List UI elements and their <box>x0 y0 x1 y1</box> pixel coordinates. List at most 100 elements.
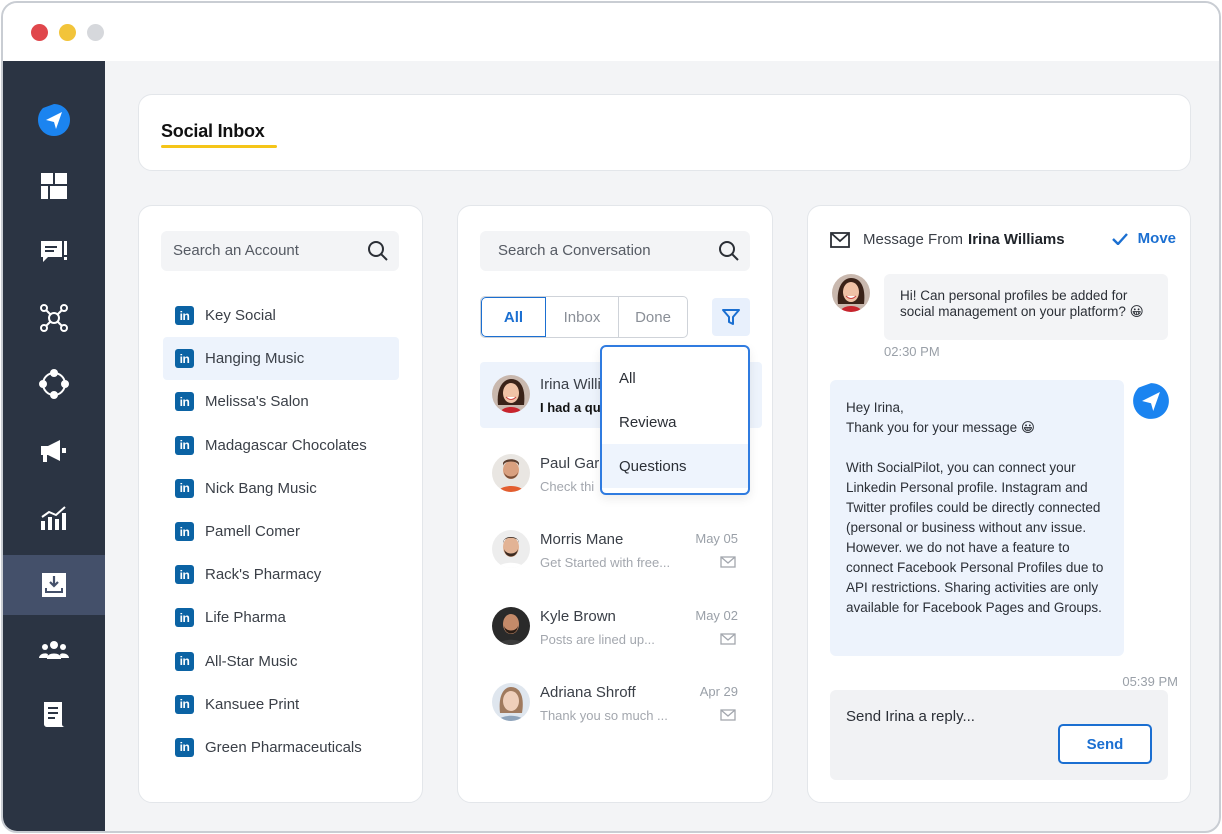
sidebar-item-home[interactable] <box>3 90 105 150</box>
sidebar-item-comments[interactable] <box>3 222 105 282</box>
megaphone-icon <box>41 440 66 462</box>
incoming-message-bubble: Hi! Can personal profiles be added for s… <box>884 274 1168 340</box>
account-item[interactable]: in Nick Bang Music <box>163 467 399 510</box>
minimize-window-button[interactable] <box>59 24 76 41</box>
conversation-item[interactable]: Kyle Brown Posts are lined up... May 02 <box>480 594 762 660</box>
account-item[interactable]: in Hanging Music <box>163 337 399 381</box>
linkedin-icon: in <box>175 392 194 412</box>
search-icon[interactable] <box>718 240 740 267</box>
conversations-panel: Search a Conversation All Inbox Done Iri… <box>457 205 773 803</box>
avatar <box>492 375 530 413</box>
linkedin-icon: in <box>175 522 194 542</box>
mail-icon <box>720 708 736 726</box>
circle-nodes-icon <box>39 369 69 399</box>
account-list: in Key Social in Hanging Music in Melissa's… <box>163 294 399 769</box>
message-from-label: Message From <box>863 231 964 248</box>
tab-all[interactable]: All <box>481 297 546 337</box>
send-button[interactable]: Send <box>1058 724 1152 764</box>
account-name: Hanging Music <box>205 350 305 368</box>
contact-name: Kyle Brown <box>540 608 616 625</box>
maximize-window-button[interactable] <box>87 24 104 41</box>
filter-option-all[interactable]: All <box>602 356 748 400</box>
conversation-search-input[interactable]: Search a Conversation <box>480 231 750 271</box>
contact-name: Irina Willi <box>540 376 601 393</box>
app-window: Social Inbox Search an Account in Key Soc… <box>1 1 1221 833</box>
message-snippet: Check thi <box>540 479 595 494</box>
sidebar-item-reports[interactable] <box>3 685 105 745</box>
filter-button[interactable] <box>712 298 750 336</box>
message-panel: Message From Irina Williams Move Hi! Can… <box>807 205 1191 803</box>
linkedin-icon: in <box>175 478 194 498</box>
account-name: Life Pharma <box>205 609 286 627</box>
conversation-item[interactable]: Adriana Shroff Thank you so much ... Apr… <box>480 670 762 736</box>
filter-option-reviews[interactable]: Reviewa <box>602 400 748 444</box>
sidebar-item-analytics[interactable] <box>3 488 105 548</box>
users-icon <box>39 641 69 659</box>
account-item[interactable]: in Madagascar Chocolates <box>163 424 399 467</box>
filter-option-questions[interactable]: Questions <box>602 444 748 488</box>
page-title: Social Inbox <box>161 121 265 141</box>
account-item[interactable]: in Rack's Pharmacy <box>163 553 399 596</box>
inbox-tray-icon <box>42 573 66 597</box>
account-name: Pamell Comer <box>205 523 301 541</box>
paper-plane-logo-icon <box>1133 383 1169 419</box>
move-button[interactable]: Move <box>1111 230 1176 247</box>
account-name: Key Social <box>205 307 276 325</box>
account-item[interactable]: in Pamell Comer <box>163 510 399 553</box>
close-window-button[interactable] <box>31 24 48 41</box>
tab-inbox[interactable]: Inbox <box>546 297 619 337</box>
conversation-date: May 05 <box>695 531 738 546</box>
account-item[interactable]: in Green Pharmaceuticals <box>163 726 399 769</box>
account-item[interactable]: in Life Pharma <box>163 596 399 639</box>
reply-input[interactable]: Send Irina a reply... Send <box>830 690 1168 780</box>
sidebar-item-connections[interactable] <box>3 354 105 414</box>
title-underline <box>161 145 277 148</box>
outgoing-message-bubble: Hey Irina, Thank you for your message 😀 … <box>830 380 1124 656</box>
paper-plane-logo-icon <box>38 104 70 136</box>
sender-avatar <box>832 274 870 312</box>
account-name: Madagascar Chocolates <box>205 436 367 454</box>
account-item[interactable]: in Melissa's Salon <box>163 380 399 423</box>
linkedin-icon: in <box>175 435 194 455</box>
linkedin-icon: in <box>175 694 194 714</box>
account-item[interactable]: in All-Star Music <box>163 640 399 683</box>
linkedin-icon: in <box>175 651 194 671</box>
mail-icon <box>830 231 850 248</box>
message-snippet: Get Started with free... <box>540 555 671 570</box>
outgoing-message-time: 05:39 PM <box>1122 674 1178 689</box>
sidebar-item-inbox[interactable] <box>3 555 105 615</box>
sidebar-item-network[interactable] <box>3 288 105 348</box>
search-icon[interactable] <box>367 240 389 267</box>
outgoing-message-text: Hey Irina, Thank you for your message 😀 … <box>846 400 1104 615</box>
reply-placeholder: Send Irina a reply... <box>846 708 975 725</box>
tab-done[interactable]: Done <box>619 297 687 337</box>
filter-dropdown: All Reviewa Questions <box>600 345 750 495</box>
account-name: All-Star Music <box>205 652 298 670</box>
linkedin-icon: in <box>175 608 194 628</box>
avatar <box>492 530 530 568</box>
account-search-input[interactable]: Search an Account <box>161 231 399 271</box>
sidebar-item-campaigns[interactable] <box>3 421 105 481</box>
avatar <box>492 683 530 721</box>
conversation-tabs: All Inbox Done <box>480 296 688 338</box>
sidebar <box>3 61 105 831</box>
conversation-date: Apr 29 <box>699 684 738 699</box>
account-item[interactable]: in Kansuee Print <box>163 683 399 726</box>
mail-icon <box>720 555 736 573</box>
message-header: Message From Irina Williams <box>830 231 1065 248</box>
account-name: Rack's Pharmacy <box>205 566 322 584</box>
filter-icon <box>722 309 740 325</box>
linkedin-icon: in <box>175 565 194 585</box>
account-search-placeholder: Search an Account <box>173 242 299 259</box>
account-name: Nick Bang Music <box>205 479 317 497</box>
sidebar-item-dashboard[interactable] <box>3 156 105 216</box>
account-name: Melissa's Salon <box>205 393 309 411</box>
contact-name: Morris Mane <box>540 531 624 548</box>
conversation-item[interactable]: Morris Mane Get Started with free... May… <box>480 517 762 583</box>
page-header: Social Inbox <box>138 94 1191 171</box>
sidebar-item-team[interactable] <box>3 621 105 681</box>
account-item[interactable]: in Key Social <box>163 294 399 337</box>
account-name: Green Pharmaceuticals <box>205 738 362 756</box>
incoming-message-text: Hi! Can personal profiles be added for s… <box>900 288 1144 319</box>
analytics-icon <box>41 506 66 530</box>
